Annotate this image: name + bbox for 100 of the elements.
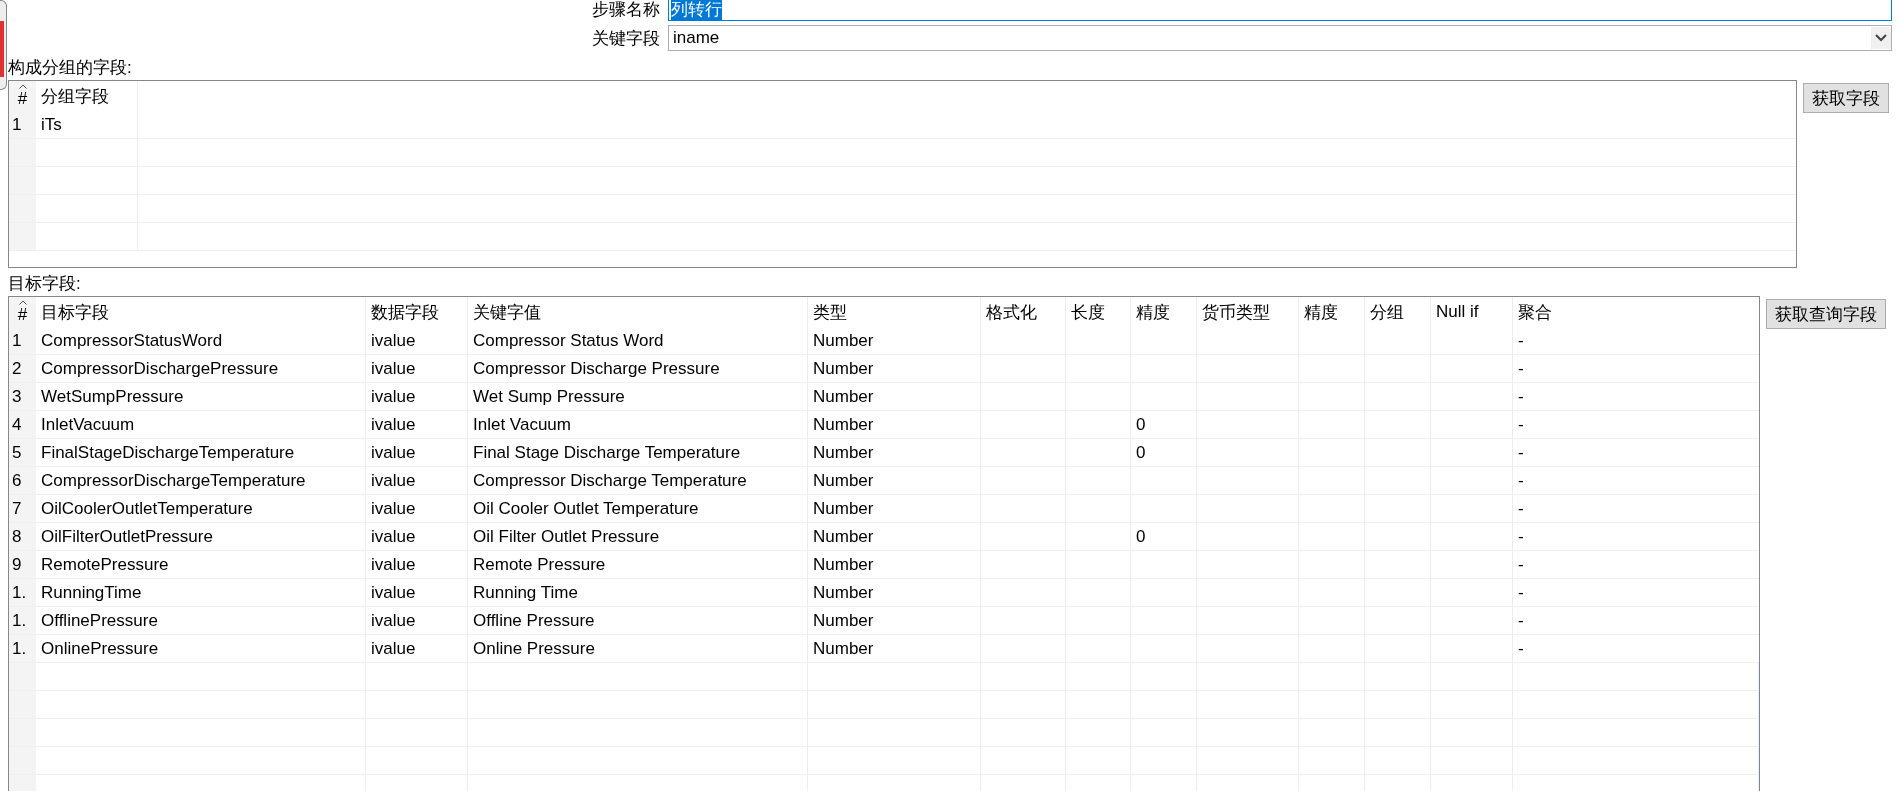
- table-cell: ivalue: [366, 579, 468, 606]
- chevron-down-icon: [1875, 34, 1887, 42]
- table-cell-text: -: [1517, 385, 1525, 408]
- table-cell: FinalStageDischargeTemperature: [36, 439, 366, 466]
- row-number: 2: [9, 355, 36, 382]
- column-header[interactable]: 格式化: [981, 297, 1066, 327]
- table-cell-text: -: [1517, 609, 1525, 632]
- table-cell: RemotePressure: [36, 551, 366, 578]
- get-query-fields-button[interactable]: 获取查询字段: [1766, 299, 1886, 329]
- table-cell-text: -: [1517, 441, 1525, 464]
- table-cell: ivalue: [366, 523, 468, 550]
- column-header[interactable]: 精度: [1299, 297, 1365, 327]
- table-cell: Online Pressure: [468, 635, 808, 662]
- key-field-label: 关键字段: [591, 27, 660, 50]
- table-cell: Running Time: [468, 579, 808, 606]
- table-cell: 0: [1131, 439, 1197, 466]
- section-title: 构成分组的字段:: [8, 58, 133, 78]
- table-cell: CompressorDischargePressure: [36, 355, 366, 382]
- sort-icon: [18, 299, 27, 305]
- table-cell: Number: [808, 355, 981, 382]
- table-cell: Number: [808, 579, 981, 606]
- table-cell: OnlinePressure: [36, 635, 366, 662]
- row-number: 1.: [9, 607, 36, 634]
- row-number: 3: [9, 383, 36, 410]
- table-cell-text: -: [1517, 413, 1525, 436]
- table-cell: Oil Filter Outlet Pressure: [468, 523, 808, 550]
- table-cell: Compressor Discharge Pressure: [468, 355, 808, 382]
- column-header[interactable]: 聚合: [1513, 297, 1759, 327]
- table-cell: 0: [1131, 523, 1197, 550]
- column-header[interactable]: 精度: [1131, 297, 1197, 327]
- table-cell: ivalue: [366, 495, 468, 522]
- table-cell: Oil Cooler Outlet Temperature: [468, 495, 808, 522]
- table-cell: WetSumpPressure: [36, 383, 366, 410]
- table-cell: CompressorDischargeTemperature: [36, 467, 366, 494]
- column-header[interactable]: Null if: [1431, 297, 1513, 327]
- table-cell: CompressorStatusWord: [36, 327, 366, 354]
- table-cell: Number: [808, 439, 981, 466]
- column-header[interactable]: 数据字段: [366, 297, 468, 327]
- table-cell: InletVacuum: [36, 411, 366, 438]
- step-name-label: 步骤名称: [591, 0, 660, 21]
- table-cell-text: -: [1517, 497, 1525, 520]
- table-cell: OilFilterOutletPressure: [36, 523, 366, 550]
- row-number: 8: [9, 523, 36, 550]
- table-cell: Remote Pressure: [468, 551, 808, 578]
- column-header[interactable]: 货币类型: [1197, 297, 1299, 327]
- table-cell: ivalue: [366, 607, 468, 634]
- column-header[interactable]: 类型: [808, 297, 981, 327]
- column-header[interactable]: 分组字段: [36, 81, 138, 111]
- column-header[interactable]: 分组: [1365, 297, 1431, 327]
- table-cell-text: -: [1517, 357, 1525, 380]
- table-cell: Number: [808, 523, 981, 550]
- table-cell-text: -: [1517, 553, 1525, 576]
- key-field-dropdown[interactable]: iname: [668, 25, 1892, 51]
- table-cell: Number: [808, 551, 981, 578]
- row-number: 1.: [9, 635, 36, 662]
- table-cell: ivalue: [366, 355, 468, 382]
- row-number: 7: [9, 495, 36, 522]
- table-cell: ivalue: [366, 383, 468, 410]
- table-cell: ivalue: [366, 327, 468, 354]
- row-number: 4: [9, 411, 36, 438]
- table-cell: Compressor Discharge Temperature: [468, 467, 808, 494]
- table-cell: ivalue: [366, 467, 468, 494]
- table-cell: Number: [808, 383, 981, 410]
- table-cell: Number: [808, 411, 981, 438]
- row-number: 9: [9, 551, 36, 578]
- table-cell-text: -: [1517, 581, 1525, 604]
- table-cell: ivalue: [366, 551, 468, 578]
- table-cell-text: -: [1517, 637, 1525, 660]
- column-header[interactable]: 关键字值: [468, 297, 808, 327]
- table-cell: Number: [808, 495, 981, 522]
- table-cell: 0: [1131, 411, 1197, 438]
- row-number: 1.: [9, 579, 36, 606]
- row-number: 6: [9, 467, 36, 494]
- table-cell: ivalue: [366, 635, 468, 662]
- table-cell-text: -: [1517, 329, 1525, 352]
- table-cell: ivalue: [366, 439, 468, 466]
- table-cell-text: -: [1517, 469, 1525, 492]
- column-header[interactable]: 目标字段: [36, 297, 366, 327]
- column-header[interactable]: 长度: [1066, 297, 1131, 327]
- row-number: 1: [9, 111, 36, 138]
- table-cell: Number: [808, 327, 981, 354]
- table-cell: Inlet Vacuum: [468, 411, 808, 438]
- table-cell: Compressor Status Word: [468, 327, 808, 354]
- table-cell: iTs: [36, 111, 138, 138]
- section-title: 目标字段:: [8, 274, 82, 294]
- get-fields-button[interactable]: 获取字段: [1803, 83, 1889, 113]
- table-cell: OfflinePressure: [36, 607, 366, 634]
- table-cell: Number: [808, 467, 981, 494]
- table-cell: OilCoolerOutletTemperature: [36, 495, 366, 522]
- table-cell: ivalue: [366, 411, 468, 438]
- step-name-field[interactable]: 列转行: [668, 0, 1892, 21]
- sort-icon: [18, 83, 27, 89]
- table-cell: Number: [808, 607, 981, 634]
- row-number: 1: [9, 327, 36, 354]
- table-cell: Wet Sump Pressure: [468, 383, 808, 410]
- table-cell-text: -: [1517, 525, 1525, 548]
- table-cell: RunningTime: [36, 579, 366, 606]
- table-cell: Offline Pressure: [468, 607, 808, 634]
- table-cell: Number: [808, 635, 981, 662]
- table-cell: Final Stage Discharge Temperature: [468, 439, 808, 466]
